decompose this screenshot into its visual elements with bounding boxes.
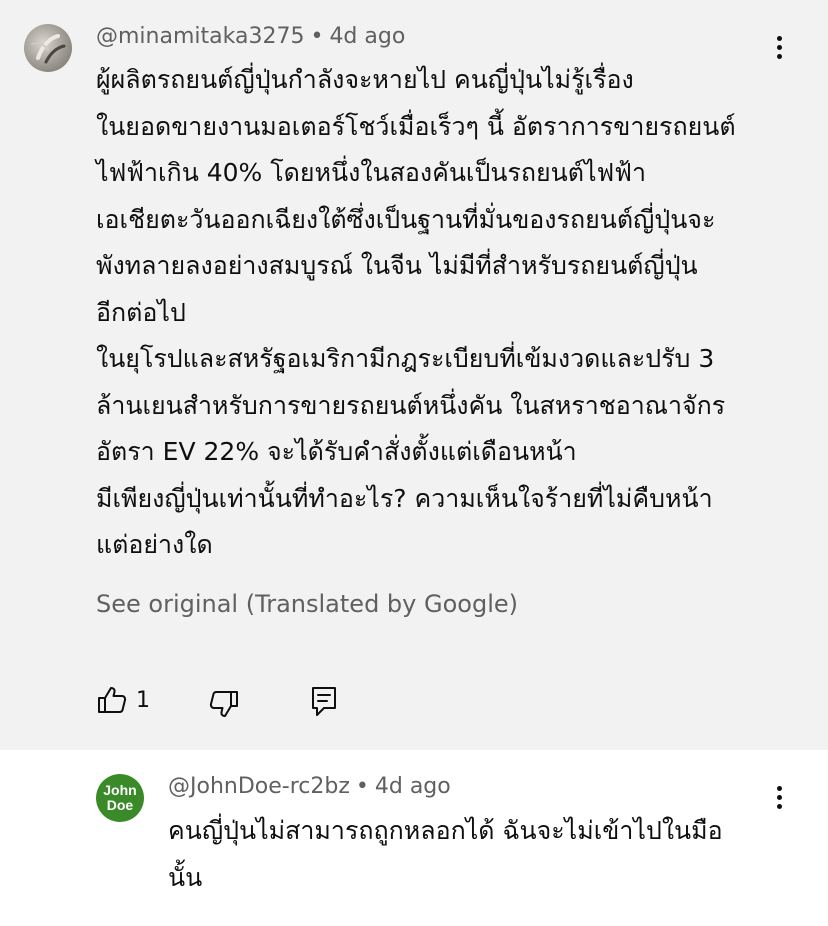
comment-line: ล้านเยนสำหรับการขายรถยนต์หนึ่งคัน ในสหรา… xyxy=(96,390,726,420)
comment-line: อีกต่อไป xyxy=(96,297,186,327)
reply-button[interactable] xyxy=(308,684,340,722)
kebab-menu-icon[interactable] xyxy=(764,782,794,812)
author-name[interactable]: @minamitaka3275 xyxy=(96,24,304,49)
avatar-text: John xyxy=(103,782,137,798)
comment-line: ในยอดขายงานมอเตอร์โชว์เมื่อเร็วๆ นี้ อัต… xyxy=(96,111,736,141)
reply-line: คนญี่ปุ่นไม่สามารถถูกหลอกได้ ฉันจะไม่เข้… xyxy=(168,816,723,845)
comment-line: เอเชียตะวันออกเฉียงใต้ซึ่งเป็นฐานที่มั่น… xyxy=(96,204,716,234)
comment-card: @minamitaka3275 • 4d ago ผู้ผลิตรถยนต์ญี่ป… xyxy=(0,0,828,750)
comment-line: มีเพียงญี่ปุ่นเท่านั้นที่ทำอะไร? ความเห็… xyxy=(96,483,713,513)
avatar-text: Doe xyxy=(106,797,134,813)
dislike-button[interactable] xyxy=(208,688,240,724)
kebab-menu-icon[interactable] xyxy=(764,32,794,62)
comment-body: ผู้ผลิตรถยนต์ญี่ปุ่นกำลังจะหายไป คนญี่ปุ… xyxy=(96,57,736,569)
comment-line: แต่อย่างใด xyxy=(96,530,213,559)
like-button[interactable] xyxy=(96,684,128,720)
see-original-link[interactable]: See original (Translated by Google) xyxy=(96,590,518,618)
thumbs-down-icon xyxy=(209,691,238,717)
reply-avatar[interactable]: John Doe xyxy=(96,774,144,822)
comment-line: อัตรา EV 22% จะได้รับคำสั่งตั้งแต่เดือนห… xyxy=(96,437,577,466)
comment-line: ในยุโรปและสหรัฐอเมริกามีกฎระเบียบที่เข้ม… xyxy=(96,344,715,373)
author-name[interactable]: @JohnDoe-rc2bz xyxy=(168,774,350,799)
comment-time[interactable]: 4d ago xyxy=(329,24,405,49)
comment-time[interactable]: 4d ago xyxy=(375,774,451,799)
separator-dot: • xyxy=(310,24,324,49)
comment-line: ผู้ผลิตรถยนต์ญี่ปุ่นกำลังจะหายไป คนญี่ปุ… xyxy=(96,65,634,94)
reply-icon xyxy=(312,687,336,716)
comment-line: ไฟฟ้าเกิน 40% โดยหนึ่งในสองคันเป็นรถยนต์… xyxy=(96,158,646,187)
reply-line: นั้น xyxy=(168,862,203,892)
like-count: 1 xyxy=(136,688,150,713)
comment-header: @minamitaka3275 • 4d ago xyxy=(96,24,405,49)
comment-line: พังทลายลงอย่างสมบูรณ์ ในจีน ไม่มีที่สำหร… xyxy=(96,251,698,280)
reply-header: @JohnDoe-rc2bz • 4d ago xyxy=(168,774,451,799)
separator-dot: • xyxy=(355,774,369,799)
avatar[interactable] xyxy=(24,24,72,72)
reply-body: คนญี่ปุ่นไม่สามารถถูกหลอกได้ ฉันจะไม่เข้… xyxy=(168,808,723,901)
thumbs-up-icon xyxy=(98,687,127,713)
